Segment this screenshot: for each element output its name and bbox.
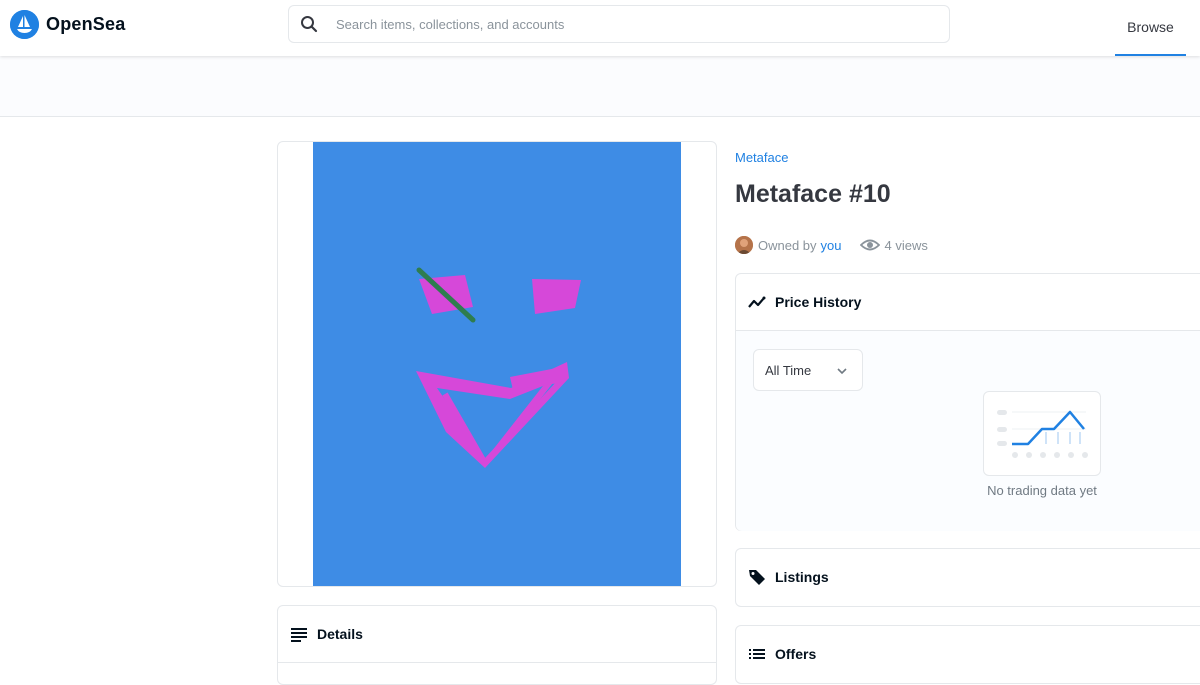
logo-text: OpenSea [46, 14, 126, 34]
price-history-panel[interactable]: Price History All Time No trading data y… [735, 273, 1200, 531]
listings-panel[interactable]: Listings [735, 548, 1200, 607]
views-count: 4 views [884, 237, 928, 253]
details-title: Details [317, 626, 363, 642]
price-history-header[interactable]: Price History [736, 274, 1200, 331]
nft-image-card[interactable] [277, 141, 717, 587]
price-history-title: Price History [775, 294, 862, 310]
details-header[interactable]: Details [278, 606, 716, 663]
item-meta: Owned by you 4 views [735, 236, 928, 254]
time-range-select[interactable]: All Time [753, 349, 863, 391]
owned-by-label: Owned by [758, 237, 817, 253]
opensea-logo-icon [10, 10, 39, 39]
browse-nav-link[interactable]: Browse [1115, 0, 1186, 56]
time-range-value: All Time [765, 362, 812, 378]
no-data-message: No trading data yet [987, 483, 1097, 498]
listings-title: Listings [775, 569, 829, 585]
listings-header[interactable]: Listings [736, 549, 1200, 605]
search-input[interactable] [334, 15, 918, 33]
tag-icon [749, 570, 765, 585]
owner-link[interactable]: you [821, 238, 842, 253]
list-icon [291, 628, 307, 642]
eye-icon [859, 239, 880, 251]
offers-header[interactable]: Offers [736, 626, 1200, 682]
empty-chart-illustration [983, 391, 1101, 476]
offers-panel[interactable]: Offers [735, 625, 1200, 684]
details-panel[interactable]: Details [277, 605, 717, 685]
search-bar[interactable] [288, 5, 950, 43]
price-history-body: All Time No trading data yet [736, 331, 1200, 531]
offers-title: Offers [775, 646, 817, 662]
list-icon [749, 649, 765, 659]
search-icon [301, 16, 318, 33]
trend-icon [748, 296, 766, 308]
chevron-down-icon [837, 368, 847, 375]
collection-link[interactable]: Metaface [735, 150, 788, 165]
top-nav: OpenSea Browse [0, 0, 1200, 56]
avatar[interactable] [735, 236, 753, 254]
collection-banner [0, 56, 1200, 117]
opensea-logo[interactable]: OpenSea [10, 10, 125, 39]
nft-image [313, 142, 681, 586]
item-title: Metaface #10 [735, 180, 891, 208]
